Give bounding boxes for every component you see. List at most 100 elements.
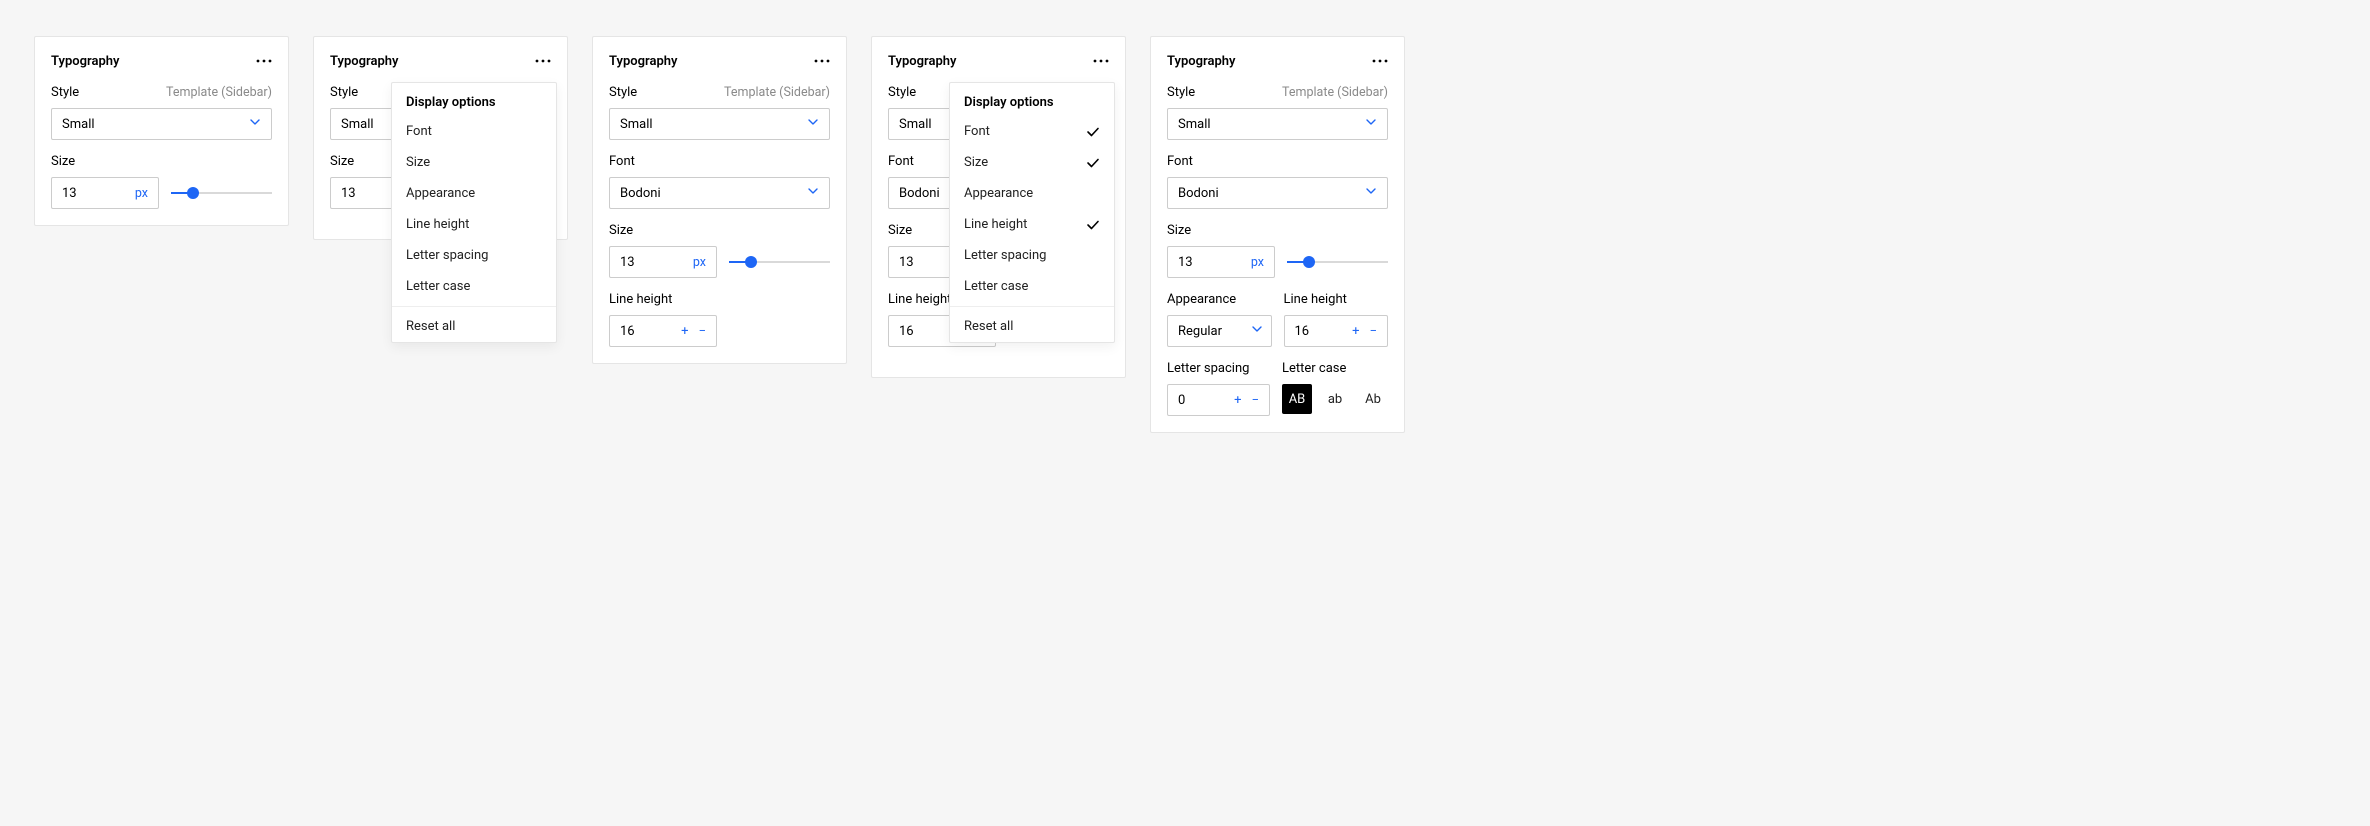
minus-icon[interactable]: − (699, 325, 706, 338)
display-options-popover: Display options Font Size Appearance Lin… (391, 82, 557, 343)
line-height-label: Line height (888, 292, 951, 307)
chevron-down-icon (1251, 323, 1263, 339)
appearance-value: Regular (1178, 324, 1222, 339)
style-value: Small (62, 117, 95, 132)
size-value: 13 (341, 186, 356, 201)
size-value: 13 (1178, 255, 1193, 270)
font-label: Font (1167, 154, 1193, 169)
panel-title: Typography (51, 54, 120, 69)
option-reset-all[interactable]: Reset all (392, 311, 556, 342)
size-unit: px (135, 186, 148, 201)
letter-case-group: AB ab Ab (1282, 384, 1388, 414)
option-font[interactable]: Font (950, 116, 1114, 147)
option-line-height[interactable]: Line height (392, 209, 556, 240)
line-height-label: Line height (1284, 292, 1347, 307)
typography-panel-3: Typography Style Template (Sidebar) Smal… (592, 36, 847, 364)
style-label: Style (888, 85, 916, 100)
option-line-height[interactable]: Line height (950, 209, 1114, 240)
plus-icon[interactable]: + (1234, 394, 1241, 407)
option-reset-all[interactable]: Reset all (950, 311, 1114, 342)
letter-case-label: Letter case (1282, 361, 1346, 376)
option-size[interactable]: Size (392, 147, 556, 178)
option-letter-case[interactable]: Letter case (950, 271, 1114, 302)
chevron-down-icon (1365, 185, 1377, 201)
size-slider[interactable] (729, 254, 830, 270)
option-letter-spacing[interactable]: Letter spacing (392, 240, 556, 271)
option-letter-case[interactable]: Letter case (392, 271, 556, 302)
option-appearance[interactable]: Appearance (950, 178, 1114, 209)
size-unit: px (693, 255, 706, 270)
plus-icon[interactable]: + (681, 325, 688, 338)
size-input[interactable]: 13 px (1167, 246, 1275, 278)
more-icon[interactable] (1372, 53, 1388, 69)
style-hint: Template (Sidebar) (166, 85, 272, 100)
style-label: Style (51, 85, 79, 100)
font-value: Bodoni (620, 186, 661, 201)
check-icon (1086, 187, 1100, 201)
style-hint: Template (Sidebar) (724, 85, 830, 100)
line-height-input[interactable]: 16 + − (1284, 315, 1389, 347)
line-height-input[interactable]: 16 + − (609, 315, 717, 347)
option-size[interactable]: Size (950, 147, 1114, 178)
line-height-label: Line height (609, 292, 672, 307)
display-options-popover: Display options Font Size Appearance Lin… (949, 82, 1115, 343)
case-lower-button[interactable]: ab (1320, 384, 1350, 414)
case-upper-button[interactable]: AB (1282, 384, 1312, 414)
style-select[interactable]: Small (609, 108, 830, 140)
size-value: 13 (899, 255, 914, 270)
style-select[interactable]: Small (1167, 108, 1388, 140)
size-label: Size (51, 154, 75, 169)
style-label: Style (1167, 85, 1195, 100)
letter-spacing-label: Letter spacing (1167, 361, 1249, 376)
panel-title: Typography (609, 54, 678, 69)
check-icon (1086, 218, 1100, 232)
option-appearance[interactable]: Appearance (392, 178, 556, 209)
panel-title: Typography (888, 54, 957, 69)
style-label: Style (330, 85, 358, 100)
line-height-value: 16 (620, 324, 635, 339)
more-icon[interactable] (814, 53, 830, 69)
size-value: 13 (620, 255, 635, 270)
check-icon (1086, 156, 1100, 170)
letter-spacing-value: 0 (1178, 393, 1185, 408)
size-label: Size (888, 223, 912, 238)
size-slider[interactable] (1287, 254, 1388, 270)
font-value: Bodoni (1178, 186, 1219, 201)
minus-icon[interactable]: − (1370, 325, 1377, 338)
more-icon[interactable] (256, 53, 272, 69)
appearance-label: Appearance (1167, 292, 1236, 307)
minus-icon[interactable]: − (1252, 394, 1259, 407)
size-label: Size (330, 154, 354, 169)
typography-panel-1: Typography Style Template (Sidebar) Smal… (34, 36, 289, 226)
font-label: Font (888, 154, 914, 169)
chevron-down-icon (1365, 116, 1377, 132)
size-slider[interactable] (171, 185, 272, 201)
font-select[interactable]: Bodoni (1167, 177, 1388, 209)
case-title-button[interactable]: Ab (1358, 384, 1388, 414)
chevron-down-icon (807, 116, 819, 132)
typography-panel-2: Typography Style Small Size 13 Display o… (313, 36, 568, 240)
popover-title: Display options (950, 83, 1114, 116)
size-label: Size (1167, 223, 1191, 238)
size-input[interactable]: 13 px (609, 246, 717, 278)
plus-icon[interactable]: + (1352, 325, 1359, 338)
popover-title: Display options (392, 83, 556, 116)
option-letter-spacing[interactable]: Letter spacing (950, 240, 1114, 271)
option-font[interactable]: Font (392, 116, 556, 147)
panel-title: Typography (1167, 54, 1236, 69)
check-icon (1086, 125, 1100, 139)
more-icon[interactable] (1093, 53, 1109, 69)
line-height-value: 16 (899, 324, 914, 339)
style-label: Style (609, 85, 637, 100)
font-select[interactable]: Bodoni (609, 177, 830, 209)
style-value: Small (899, 117, 932, 132)
more-icon[interactable] (535, 53, 551, 69)
style-select[interactable]: Small (51, 108, 272, 140)
style-value: Small (341, 117, 374, 132)
letter-spacing-input[interactable]: 0 + − (1167, 384, 1270, 416)
size-value: 13 (62, 186, 77, 201)
size-input[interactable]: 13 px (51, 177, 159, 209)
style-value: Small (620, 117, 653, 132)
style-value: Small (1178, 117, 1211, 132)
appearance-select[interactable]: Regular (1167, 315, 1272, 347)
